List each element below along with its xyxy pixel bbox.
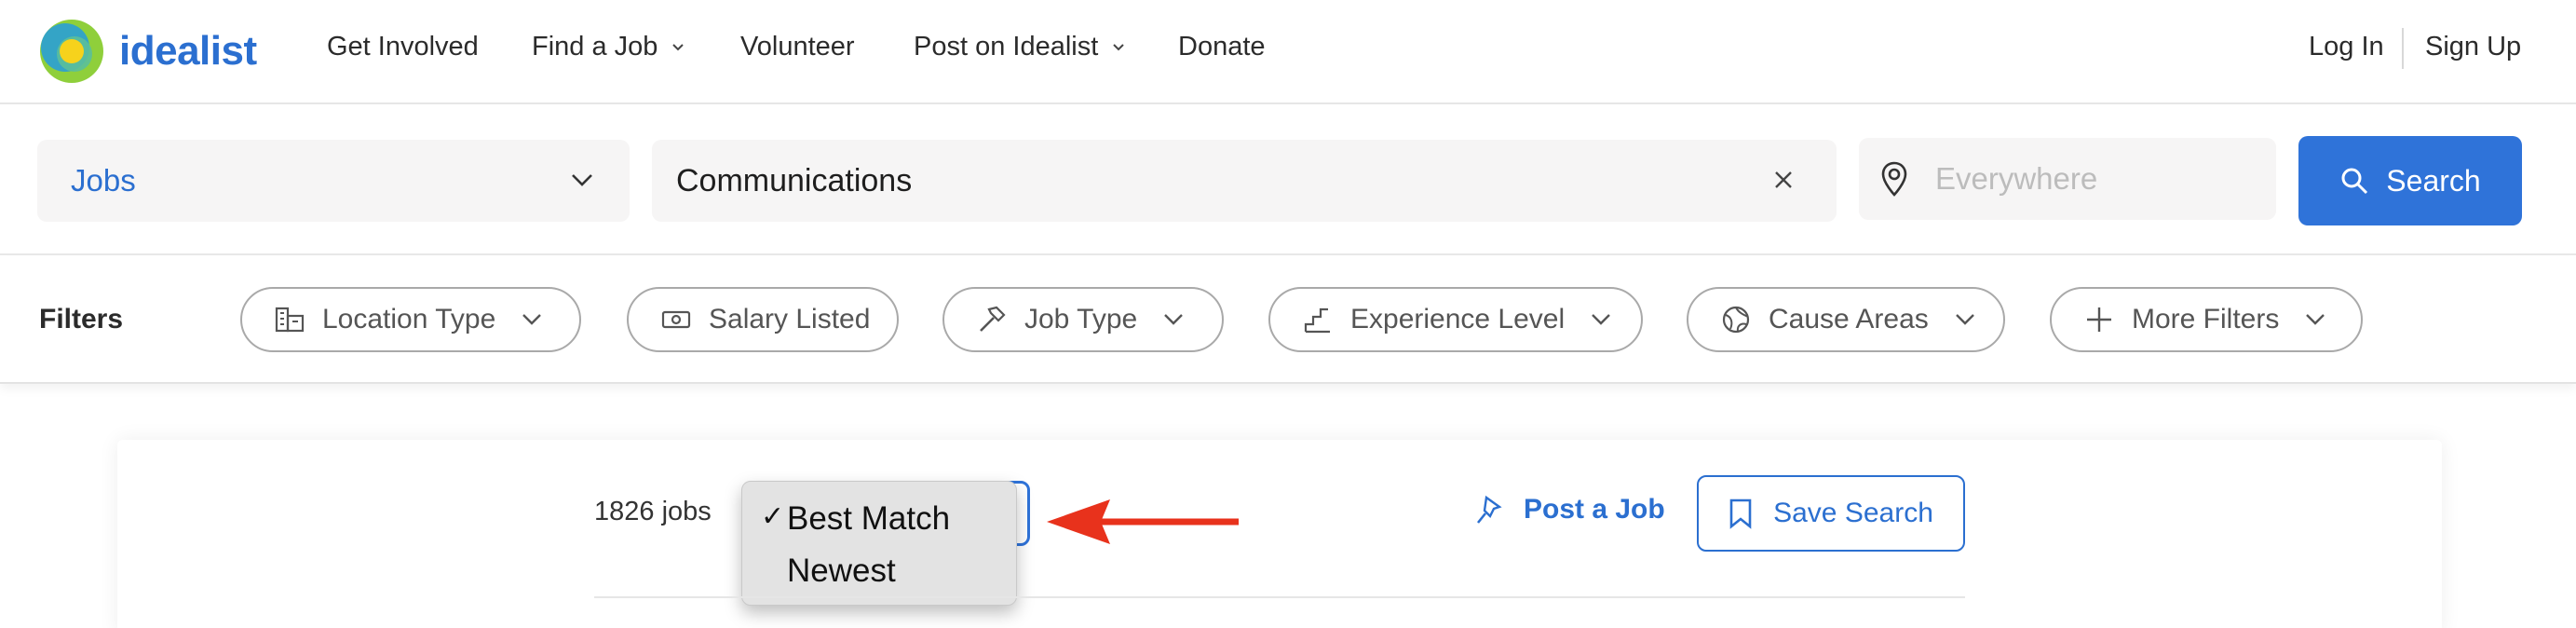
chevron-down-icon	[1164, 314, 1184, 325]
bookmark-icon	[1729, 498, 1752, 529]
chevron-down-icon	[672, 43, 685, 50]
filter-job-type[interactable]: Job Type	[942, 287, 1224, 352]
chevron-down-icon	[572, 174, 592, 186]
location-placeholder: Everywhere	[1935, 161, 2098, 196]
chip-label: More Filters	[2132, 304, 2280, 334]
location-input[interactable]: Everywhere	[1859, 138, 2276, 220]
annotation-arrow-icon	[1047, 499, 1239, 544]
listing-type-value: Jobs	[71, 163, 136, 198]
post-a-job-link[interactable]: Post a Job	[1475, 494, 1665, 526]
nav-label: Get Involved	[327, 32, 479, 61]
chip-label: Job Type	[1024, 304, 1138, 334]
hammer-icon	[980, 306, 1006, 332]
filter-salary-listed[interactable]: Salary Listed	[627, 287, 899, 352]
keyword-value: Communications	[676, 162, 913, 198]
auth-divider	[2402, 28, 2404, 69]
job-count: 1826 jobs	[594, 497, 712, 526]
login-link[interactable]: Log In	[2309, 32, 2384, 62]
results-panel	[117, 440, 2442, 628]
keyword-search-input[interactable]: Communications	[652, 140, 1837, 222]
filter-experience-level[interactable]: Experience Level	[1268, 287, 1643, 352]
nav-post-on-idealist[interactable]: Post on Idealist	[914, 32, 1126, 62]
chevron-down-icon	[1955, 314, 1974, 325]
nav-find-a-job[interactable]: Find a Job	[532, 32, 685, 62]
chevron-down-icon	[2306, 314, 2325, 325]
top-navigation: idealist Get Involved Find a Job Volunte…	[0, 0, 2576, 104]
nav-label: Post on Idealist	[914, 32, 1099, 61]
sort-option-newest[interactable]: Newest	[787, 553, 896, 590]
search-bar: Jobs Communications Everywhere Search	[0, 106, 2576, 255]
idealist-logo[interactable]: idealist	[37, 17, 257, 86]
cash-icon	[661, 310, 691, 329]
chip-label: Cause Areas	[1769, 304, 1929, 334]
post-a-job-label: Post a Job	[1524, 494, 1665, 525]
chip-label: Salary Listed	[709, 304, 871, 334]
building-icon	[275, 307, 305, 333]
nav-donate[interactable]: Donate	[1178, 32, 1266, 62]
filter-location-type[interactable]: Location Type	[240, 287, 581, 352]
selected-check-icon: ✓	[761, 501, 785, 532]
filter-cause-areas[interactable]: Cause Areas	[1687, 287, 2005, 352]
filter-more-filters[interactable]: More Filters	[2050, 287, 2363, 352]
clear-icon[interactable]	[1771, 168, 1796, 192]
nav-label: Find a Job	[532, 32, 658, 61]
save-search-label: Save Search	[1773, 498, 1933, 528]
search-icon	[2341, 168, 2368, 195]
idealist-logo-icon	[40, 20, 103, 83]
plus-icon	[2087, 307, 2111, 332]
chevron-down-icon	[1113, 43, 1125, 50]
results-divider	[594, 596, 1965, 598]
filter-bar: Filters Location Type Salary Listed Job …	[0, 257, 2576, 384]
pushpin-icon	[1476, 495, 1502, 524]
nav-label: Volunteer	[740, 32, 855, 61]
sort-option-best-match[interactable]: Best Match	[787, 500, 950, 538]
stairs-icon	[1304, 307, 1330, 334]
nav-volunteer[interactable]: Volunteer	[740, 32, 855, 62]
chevron-down-icon	[1592, 314, 1611, 325]
chevron-down-icon	[522, 314, 542, 325]
sort-dropdown-menu: ✓ Best Match Newest	[741, 481, 1017, 606]
map-pin-icon	[1881, 161, 1907, 197]
nav-get-involved[interactable]: Get Involved	[327, 32, 479, 62]
brand-name: idealist	[119, 28, 257, 74]
globe-icon	[1722, 306, 1750, 334]
chip-label: Experience Level	[1350, 304, 1566, 334]
search-button[interactable]: Search	[2298, 136, 2522, 225]
nav-label: Donate	[1178, 32, 1266, 61]
save-search-button[interactable]: Save Search	[1697, 475, 1965, 552]
filters-label: Filters	[39, 304, 124, 334]
listing-type-select[interactable]: Jobs	[37, 140, 630, 222]
chip-label: Location Type	[322, 304, 496, 334]
signup-link[interactable]: Sign Up	[2425, 32, 2521, 62]
search-button-label: Search	[2386, 163, 2481, 198]
